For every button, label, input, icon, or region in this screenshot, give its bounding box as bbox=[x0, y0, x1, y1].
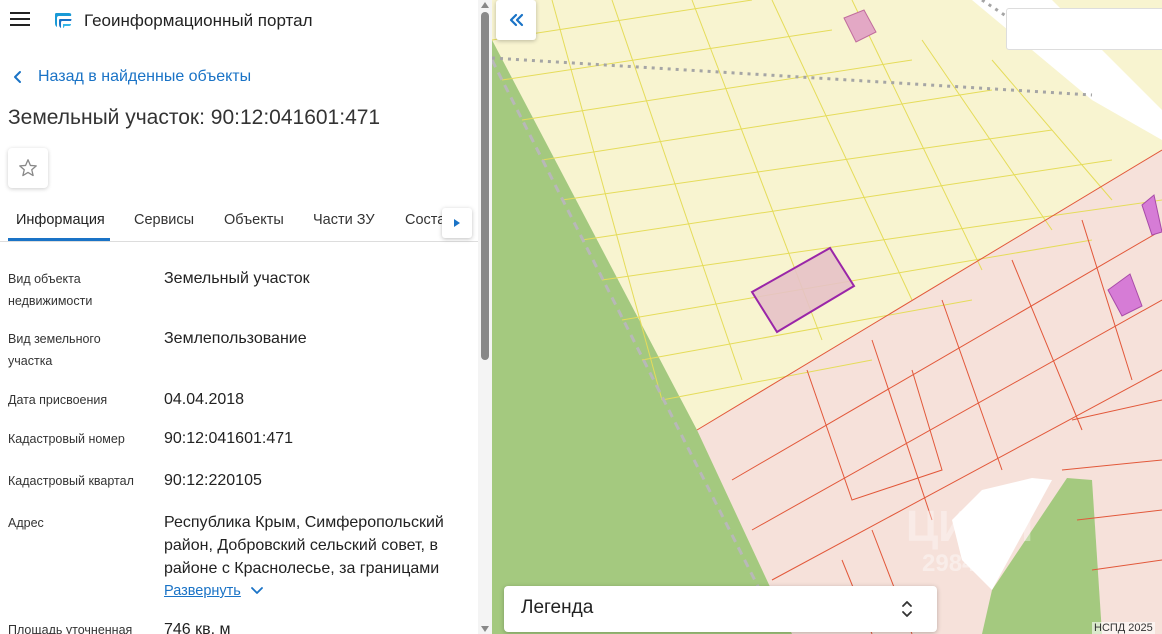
property-value: 04.04.2018 bbox=[164, 391, 245, 408]
cadastral-map[interactable] bbox=[492, 0, 1162, 634]
tab-information[interactable]: Информация bbox=[16, 212, 105, 228]
property-value: 746 кв. м bbox=[164, 621, 231, 634]
favorite-button[interactable] bbox=[8, 148, 48, 188]
dotted-boundary bbox=[492, 56, 1093, 97]
star-icon bbox=[19, 159, 37, 177]
property-label: Вид земельного участка bbox=[8, 332, 101, 368]
back-link-label: Назад в найденные объекты bbox=[38, 68, 252, 85]
tab-land-parts[interactable]: Части ЗУ bbox=[313, 212, 375, 228]
property-value: Земельный участок bbox=[164, 270, 310, 287]
property-label: Площадь уточненная bbox=[8, 623, 133, 634]
property-value: 90:12:041601:471 bbox=[164, 430, 294, 447]
unfold-icon[interactable] bbox=[900, 599, 914, 619]
property-value: 90:12:220105 bbox=[164, 472, 262, 489]
tabs-scroll-right-button[interactable] bbox=[442, 208, 472, 238]
double-chevron-left-icon bbox=[509, 13, 524, 27]
tab-objects[interactable]: Объекты bbox=[224, 212, 284, 228]
tab-services[interactable]: Сервисы bbox=[134, 212, 194, 228]
back-to-results-link[interactable]: Назад в найденные объекты bbox=[12, 66, 251, 88]
expand-label: Развернуть bbox=[164, 583, 241, 599]
watermark: ЦИАН bbox=[906, 502, 1034, 551]
chevron-left-icon bbox=[14, 71, 21, 83]
portal-logo-icon[interactable] bbox=[52, 9, 74, 31]
chevron-down-icon bbox=[250, 587, 263, 594]
legend-panel[interactable]: Легенда bbox=[504, 586, 937, 632]
top-bar: Геоинформационный портал bbox=[0, 0, 478, 40]
tab-bar: Информация Сервисы Объекты Части ЗУ Сост… bbox=[0, 200, 478, 242]
expand-address-link[interactable]: Развернуть bbox=[164, 583, 263, 599]
property-label: Кадастровый номер bbox=[8, 432, 125, 446]
panel-scrollbar[interactable] bbox=[478, 0, 492, 634]
object-title: Земельный участок: 90:12:041601:471 bbox=[8, 106, 381, 129]
legend-label: Легенда bbox=[521, 597, 594, 618]
map-attribution: НСПД 2025 bbox=[1092, 622, 1155, 634]
caret-right-icon bbox=[454, 219, 460, 227]
property-label: Вид объекта недвижимости bbox=[8, 272, 93, 308]
selected-parcel bbox=[750, 246, 856, 334]
map-search-box[interactable] bbox=[1006, 8, 1162, 50]
address-value: Республика Крым, Симферопольский район, … bbox=[164, 514, 444, 577]
building bbox=[843, 9, 877, 43]
scroll-up-arrow[interactable] bbox=[481, 2, 489, 8]
active-tab-indicator bbox=[8, 238, 110, 241]
property-label: Кадастровый квартал bbox=[8, 474, 134, 488]
info-panel: Геоинформационный портал Назад в найденн… bbox=[0, 0, 478, 634]
property-label: Дата присвоения bbox=[8, 393, 108, 407]
property-label: Адрес bbox=[8, 516, 44, 530]
green-zone bbox=[492, 40, 792, 634]
scrollbar-thumb[interactable] bbox=[481, 12, 489, 360]
map-view[interactable]: ЦИАН 2984 Легенда НСПД 2025 bbox=[492, 0, 1162, 634]
collapse-panel-button[interactable] bbox=[496, 0, 536, 40]
tab-composition[interactable]: Соста bbox=[405, 212, 445, 228]
hamburger-icon[interactable] bbox=[10, 12, 30, 28]
app-title: Геоинформационный портал bbox=[84, 11, 313, 30]
watermark-number: 2984 bbox=[922, 550, 976, 577]
scroll-down-arrow[interactable] bbox=[481, 626, 489, 632]
property-value: Землепользование bbox=[164, 330, 307, 347]
